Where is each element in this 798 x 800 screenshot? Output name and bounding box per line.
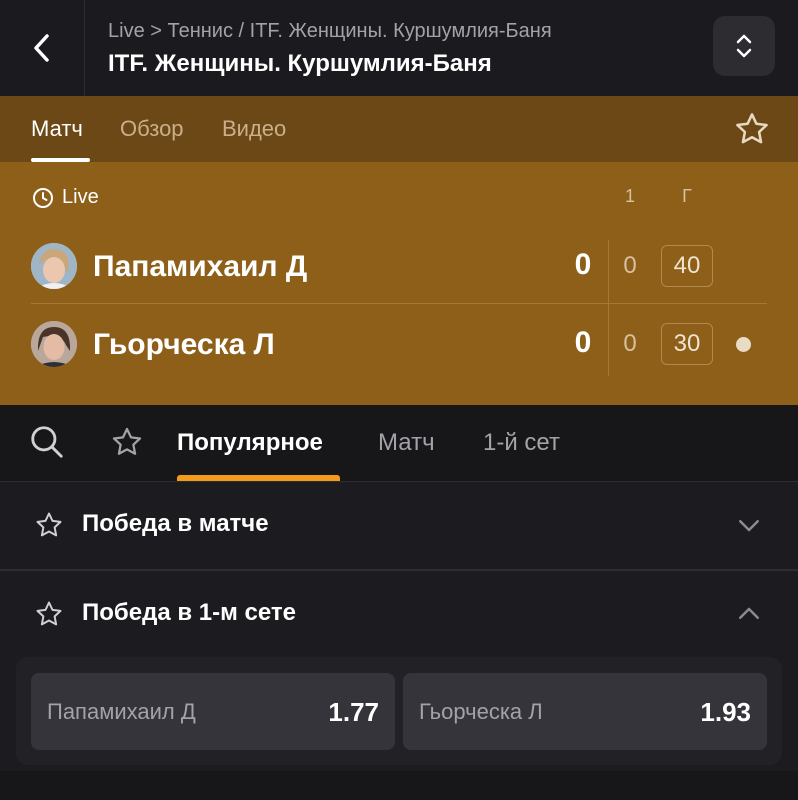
switch-event-button[interactable] — [713, 16, 775, 76]
odds-panel: Папамихаил Д 1.77 Гьорческа Л 1.93 — [16, 657, 782, 765]
favorites-star-icon[interactable] — [110, 425, 144, 459]
market-tabs: Популярное Матч 1-й сет — [0, 405, 798, 482]
odd-button[interactable]: Папамихаил Д 1.77 — [31, 673, 395, 750]
player-avatar — [31, 321, 77, 367]
chevron-down-icon[interactable] — [734, 510, 764, 540]
player-row: Папамихаил Д 0 0 40 — [0, 228, 798, 304]
tab-popular[interactable]: Популярное — [177, 429, 323, 457]
set1-column-header: 1 — [624, 186, 635, 206]
active-tab-indicator — [31, 158, 90, 162]
live-status: Live — [32, 186, 99, 209]
outcome-name: Папамихаил Д — [47, 699, 196, 724]
tab-video[interactable]: Видео — [222, 116, 286, 142]
star-icon[interactable] — [733, 110, 771, 148]
hero-tabs: Матч Обзор Видео — [0, 96, 798, 162]
player-row: Гьорческа Л 0 0 30 — [0, 306, 798, 382]
chevron-left-icon — [34, 34, 49, 62]
odd-button[interactable]: Гьорческа Л 1.93 — [403, 673, 767, 750]
serve-indicator — [736, 337, 751, 352]
column-divider — [608, 240, 609, 376]
star-icon[interactable] — [34, 599, 64, 629]
point-score: 40 — [661, 245, 713, 287]
chevron-up-down-icon — [736, 34, 752, 58]
point-score: 30 — [661, 323, 713, 365]
clock-icon — [33, 187, 53, 208]
games-column-header: Г — [682, 186, 692, 206]
outcome-odds: 1.77 — [328, 697, 379, 727]
set1-score: 0 — [623, 252, 637, 279]
market-title: Победа в 1-м сете — [82, 599, 296, 626]
search-icon[interactable] — [28, 423, 66, 461]
market-header[interactable]: Победа в матче — [0, 482, 798, 570]
outcome-odds: 1.93 — [700, 697, 751, 727]
sets-score: 0 — [574, 326, 592, 359]
star-icon[interactable] — [34, 510, 64, 540]
market-title: Победа в матче — [82, 510, 269, 537]
set1-score: 0 — [623, 330, 637, 357]
breadcrumb[interactable]: Live > Теннис / ITF. Женщины. Куршумлия-… — [108, 20, 552, 43]
back-button[interactable] — [0, 0, 84, 96]
player-avatar — [31, 243, 77, 289]
sets-score: 0 — [574, 248, 592, 281]
row-divider — [31, 303, 767, 304]
tab-first-set[interactable]: 1-й сет — [483, 429, 560, 457]
player-name: Гьорческа Л — [93, 328, 275, 361]
scoreboard: Матч Обзор Видео Live 1 Г Папамихаил Д 0… — [0, 96, 798, 405]
top-bar: Live > Теннис / ITF. Женщины. Куршумлия-… — [0, 0, 798, 96]
tab-match[interactable]: Матч — [31, 116, 83, 142]
live-label: Live — [62, 186, 99, 208]
page-title: ITF. Женщины. Куршумлия-Баня — [108, 50, 492, 77]
player-name: Папамихаил Д — [93, 250, 308, 283]
outcome-name: Гьорческа Л — [419, 699, 543, 724]
header-divider — [84, 0, 85, 96]
tab-match-markets[interactable]: Матч — [378, 429, 435, 457]
tab-overview[interactable]: Обзор — [120, 116, 184, 142]
active-tab-indicator — [177, 475, 340, 481]
chevron-up-icon[interactable] — [734, 599, 764, 629]
